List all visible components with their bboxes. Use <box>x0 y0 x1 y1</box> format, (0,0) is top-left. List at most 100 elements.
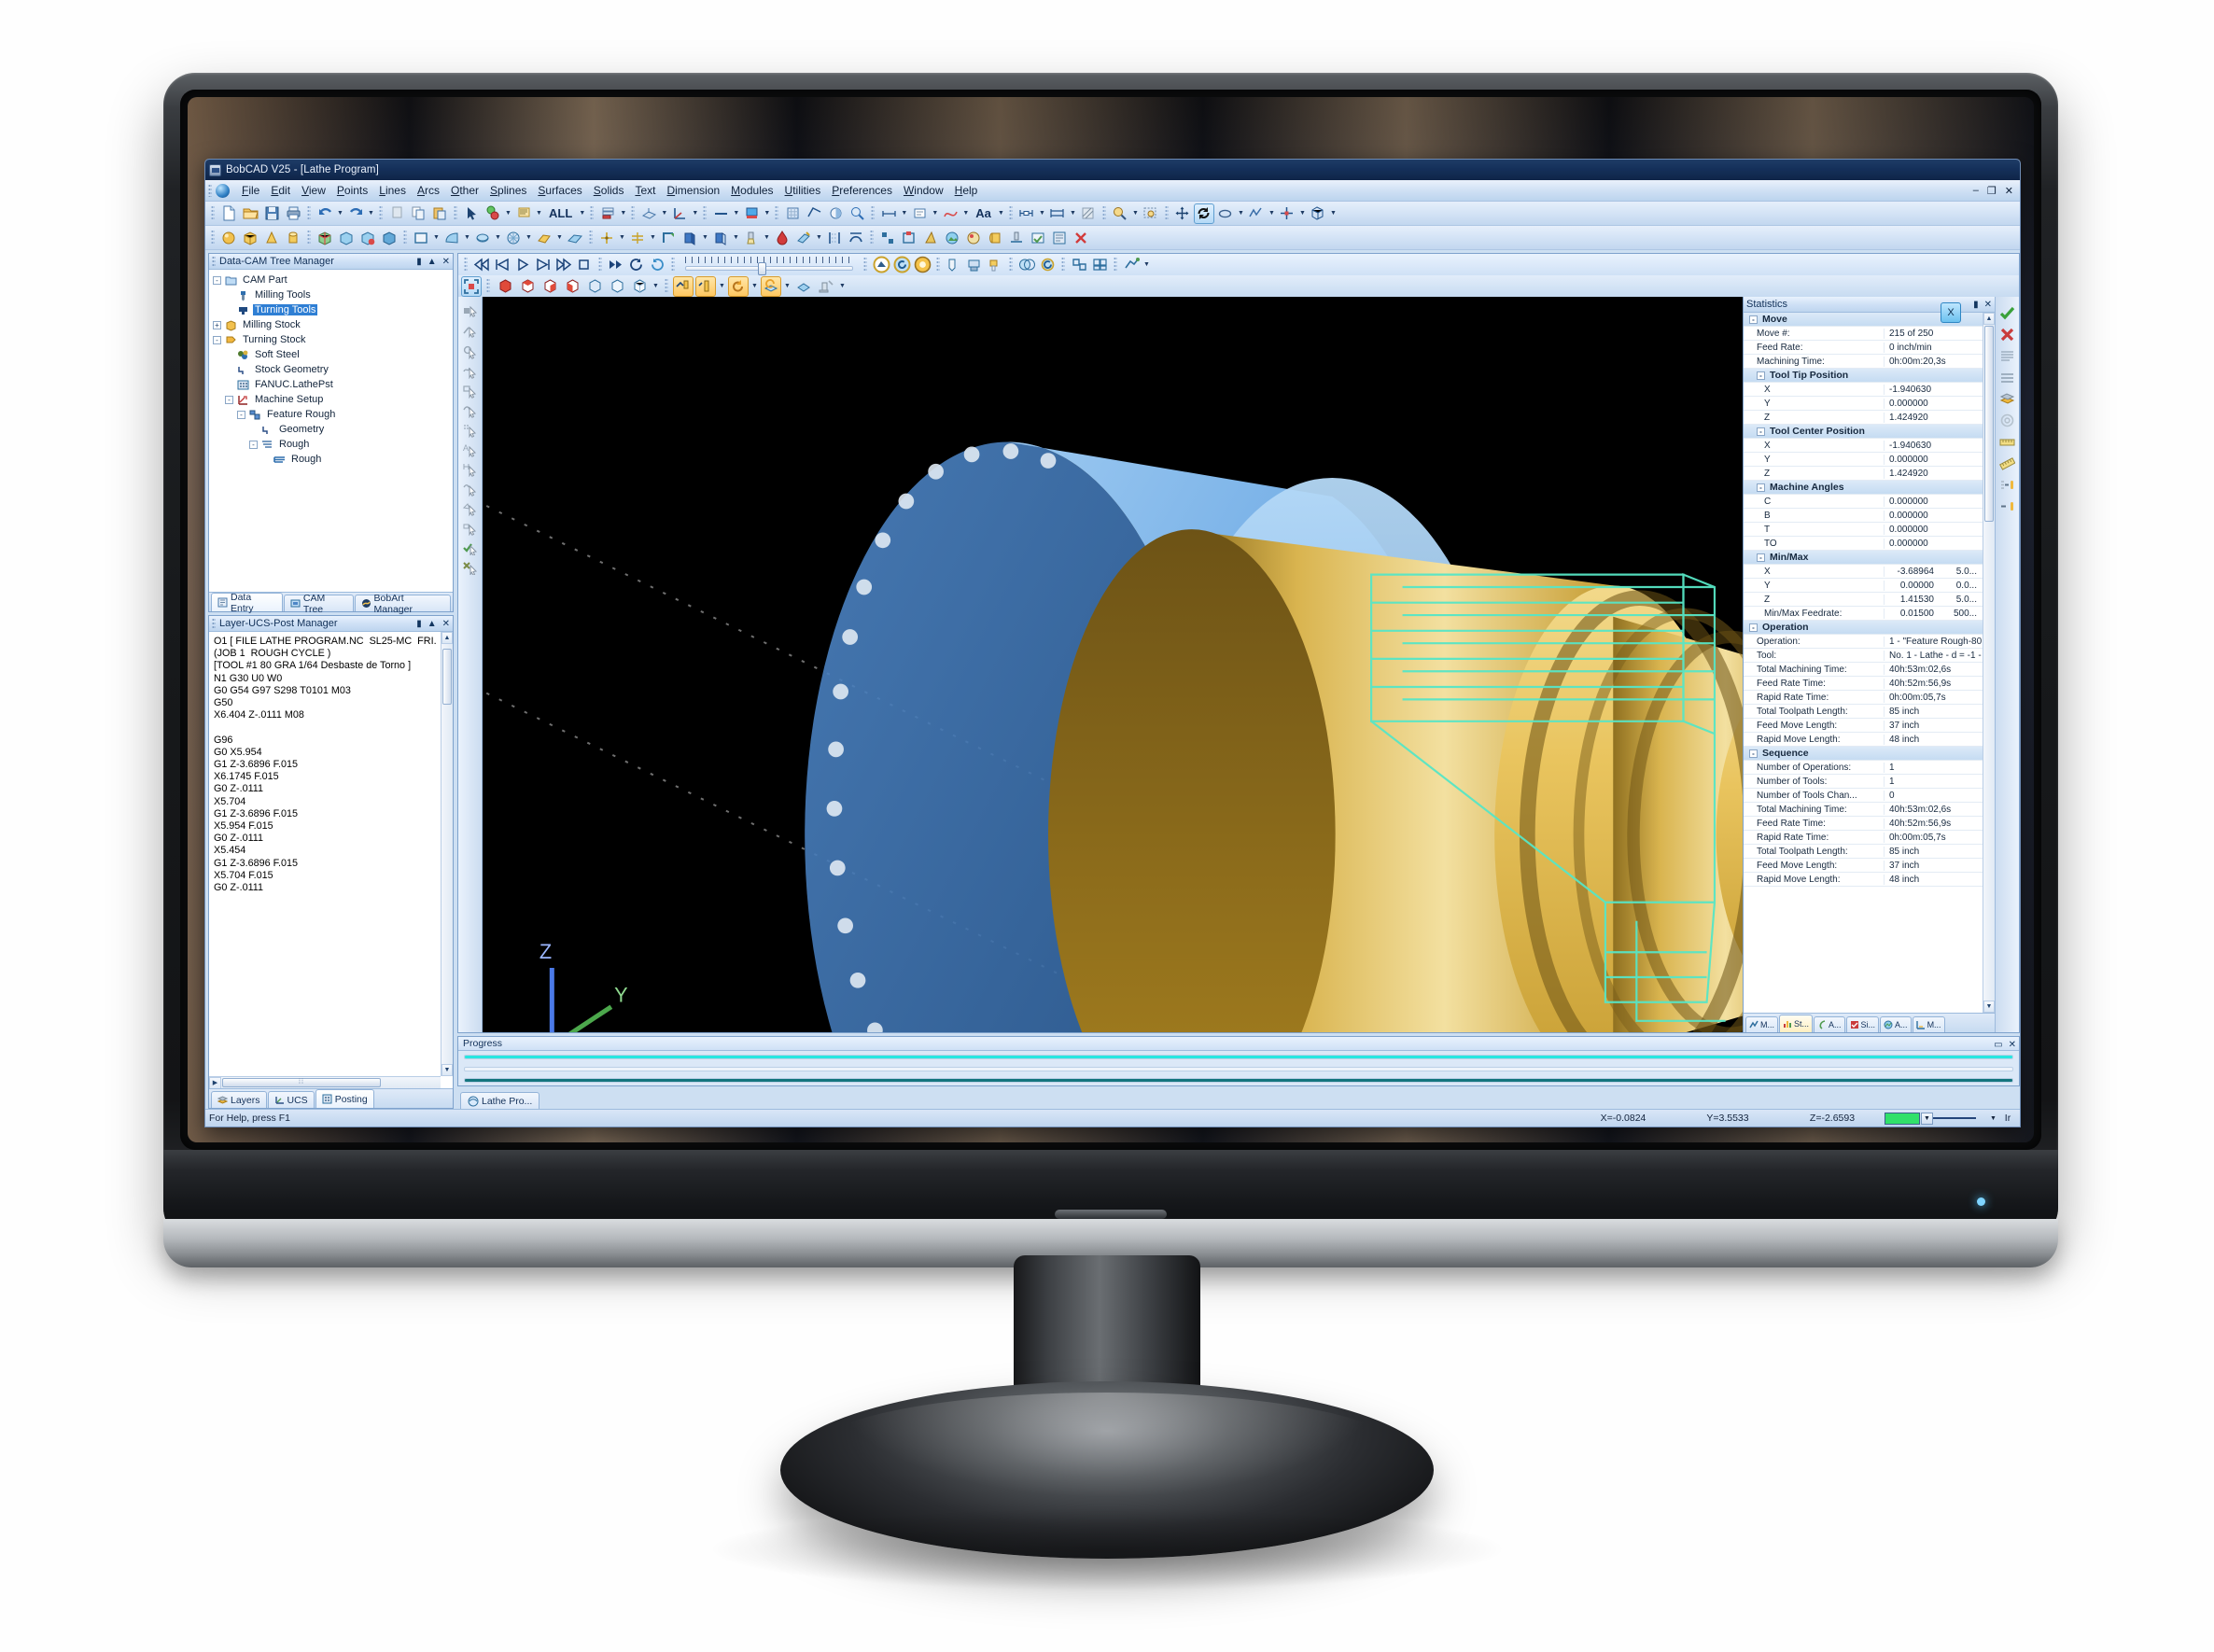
restore-icon[interactable]: ▭ <box>1994 1040 2002 1050</box>
tree-panel-tabs[interactable]: Data Entry CAM Tree BobArt Manager <box>209 592 453 615</box>
menu-item-edit[interactable]: Edit <box>265 182 296 199</box>
step-back-icon[interactable] <box>493 256 511 274</box>
toolbar-grip[interactable] <box>464 257 468 273</box>
group-select-icon[interactable] <box>899 228 919 248</box>
tree-node-label[interactable]: Turning Stock <box>241 334 307 345</box>
close-icon[interactable]: ✕ <box>1984 300 1992 310</box>
menu-item-splines[interactable]: Splines <box>484 182 532 199</box>
toolbar-grip[interactable] <box>703 205 708 221</box>
post-panel-tabs[interactable]: Layers UCS Posting <box>209 1088 453 1108</box>
statistics-expander-icon[interactable]: - <box>1749 623 1758 632</box>
collapse-icon[interactable]: ▲ <box>427 257 437 267</box>
new-file-icon[interactable] <box>218 203 239 224</box>
stock-toggle-icon[interactable] <box>913 256 932 274</box>
menu-item-text[interactable]: Text <box>629 182 661 199</box>
statistics-expander-icon[interactable]: - <box>1757 427 1765 436</box>
tool-view-icon[interactable] <box>945 256 963 274</box>
save-icon[interactable] <box>261 203 282 224</box>
origin-icon[interactable] <box>1277 203 1297 224</box>
select-arrow-icon[interactable] <box>461 203 482 224</box>
toolbar-grip[interactable] <box>1114 257 1117 273</box>
isometric-view-icon[interactable] <box>1308 203 1328 224</box>
pick-points-icon[interactable] <box>461 421 480 440</box>
pick-dimension-icon[interactable] <box>461 460 480 479</box>
cylinder-icon[interactable] <box>283 228 303 248</box>
patch-dropdown-icon[interactable]: ▼ <box>555 228 564 248</box>
paste-icon[interactable] <box>429 203 450 224</box>
point-icon[interactable] <box>596 228 617 248</box>
toolbar-grip[interactable] <box>775 205 779 221</box>
cut-icon[interactable] <box>386 203 407 224</box>
text-dropdown-icon[interactable]: ▼ <box>997 203 1005 224</box>
close-icon[interactable]: ✕ <box>2009 1040 2016 1050</box>
pan-icon[interactable] <box>1172 203 1193 224</box>
slider-knob[interactable] <box>758 261 766 275</box>
document-tabs[interactable]: Lathe Pro... <box>457 1088 2020 1109</box>
menu-item-surfaces[interactable]: Surfaces <box>532 182 587 199</box>
trim-dropdown-icon[interactable]: ▼ <box>815 228 823 248</box>
pick-group-icon[interactable] <box>461 480 480 498</box>
mesh-dropdown-icon[interactable]: ▼ <box>525 228 533 248</box>
toolbar-grip[interactable] <box>589 230 593 245</box>
view-bottom-icon[interactable] <box>607 276 627 297</box>
play-icon[interactable] <box>513 256 532 274</box>
pick-surface-icon[interactable] <box>461 382 480 400</box>
open-file-icon[interactable] <box>240 203 260 224</box>
pick-solid-icon[interactable] <box>461 401 480 420</box>
cancel-icon[interactable] <box>1998 325 2017 343</box>
toolbar-grip[interactable] <box>454 205 457 221</box>
toolbar-modeling[interactable]: ▼ ▼ ▼ ▼ ▼ ▼ ▼ ▼ ▼ ▼ ▼ <box>205 226 2020 250</box>
ucs-dropdown-icon[interactable]: ▼ <box>691 203 699 224</box>
spline-dropdown-icon[interactable]: ▼ <box>961 203 970 224</box>
solid-add-icon[interactable] <box>357 228 378 248</box>
hatch-icon[interactable] <box>1078 203 1099 224</box>
target-icon[interactable] <box>1998 411 2017 429</box>
tree-node-soft-steel[interactable]: Soft Steel <box>211 347 451 362</box>
view-back-icon[interactable] <box>584 276 605 297</box>
simulation-settings-icon[interactable] <box>1122 256 1141 274</box>
dimension-dropdown-icon[interactable]: ▼ <box>900 203 908 224</box>
tree-node-label[interactable]: Milling Stock <box>241 319 302 330</box>
tree-node-milling-tools[interactable]: Milling Tools <box>211 287 451 302</box>
tab-bobart-manager[interactable]: BobArt Manager <box>354 593 451 615</box>
cplane-icon[interactable] <box>638 203 659 224</box>
offset-right-icon[interactable] <box>1998 475 2017 494</box>
tree-node-label[interactable]: FANUC.LathePst <box>253 379 335 390</box>
statistics-scrollbar[interactable]: ▲ ▼ <box>1983 313 1995 1013</box>
pick-spline-icon[interactable] <box>461 362 480 381</box>
line-style-dropdown-icon[interactable]: ▼ <box>732 203 740 224</box>
mill-toolpath-icon[interactable] <box>1006 228 1027 248</box>
zoom-dropdown-icon[interactable]: ▼ <box>1131 203 1140 224</box>
redo-dropdown-icon[interactable]: ▼ <box>367 203 375 224</box>
tree-expander-icon[interactable]: - <box>249 440 258 449</box>
points-multi-icon[interactable] <box>627 228 648 248</box>
panel-grip[interactable] <box>212 256 216 267</box>
tree-node-label[interactable]: Rough <box>289 454 323 465</box>
statistics-expander-icon[interactable]: - <box>1749 749 1758 758</box>
dimension-linear-icon[interactable] <box>878 203 899 224</box>
tree-expander-icon[interactable]: - <box>213 335 221 344</box>
dither-icon[interactable] <box>824 228 845 248</box>
align-icon[interactable] <box>877 228 898 248</box>
color-dropdown-icon[interactable]: ▼ <box>763 203 771 224</box>
tree-node-cam-part[interactable]: - CAM Part <box>211 273 451 287</box>
tree-node-feature-rough[interactable]: - Feature Rough <box>211 407 451 422</box>
cone-icon[interactable] <box>261 228 282 248</box>
tree-node-label[interactable]: Rough <box>277 439 311 450</box>
polyline-icon[interactable] <box>1246 203 1267 224</box>
wireframe-icon[interactable] <box>1090 256 1109 274</box>
toolbar-grip[interactable] <box>631 205 636 221</box>
tree-expander-icon[interactable]: + <box>213 320 221 329</box>
tree-node-label[interactable]: Stock Geometry <box>253 364 330 375</box>
grid-snap-icon[interactable] <box>782 203 803 224</box>
stock-rotate-3d-icon[interactable] <box>761 275 781 297</box>
hdim2-dropdown-icon[interactable]: ▼ <box>1069 203 1077 224</box>
dynamic-view-dropdown-icon[interactable]: ▼ <box>1237 203 1245 224</box>
tab-ucs[interactable]: UCS <box>267 1091 315 1108</box>
pick-line-icon[interactable] <box>461 323 480 342</box>
cad-3d-viewport[interactable]: A Z Y X X Statistics ▮ ✕ - Move Move #: … <box>458 297 2019 1032</box>
tab-data-entry[interactable]: Data Entry <box>211 592 283 614</box>
solid-intersect-icon[interactable] <box>379 228 399 248</box>
scroll-down-arrow-icon[interactable]: ▼ <box>441 1064 453 1076</box>
verify-icon[interactable] <box>1028 228 1048 248</box>
